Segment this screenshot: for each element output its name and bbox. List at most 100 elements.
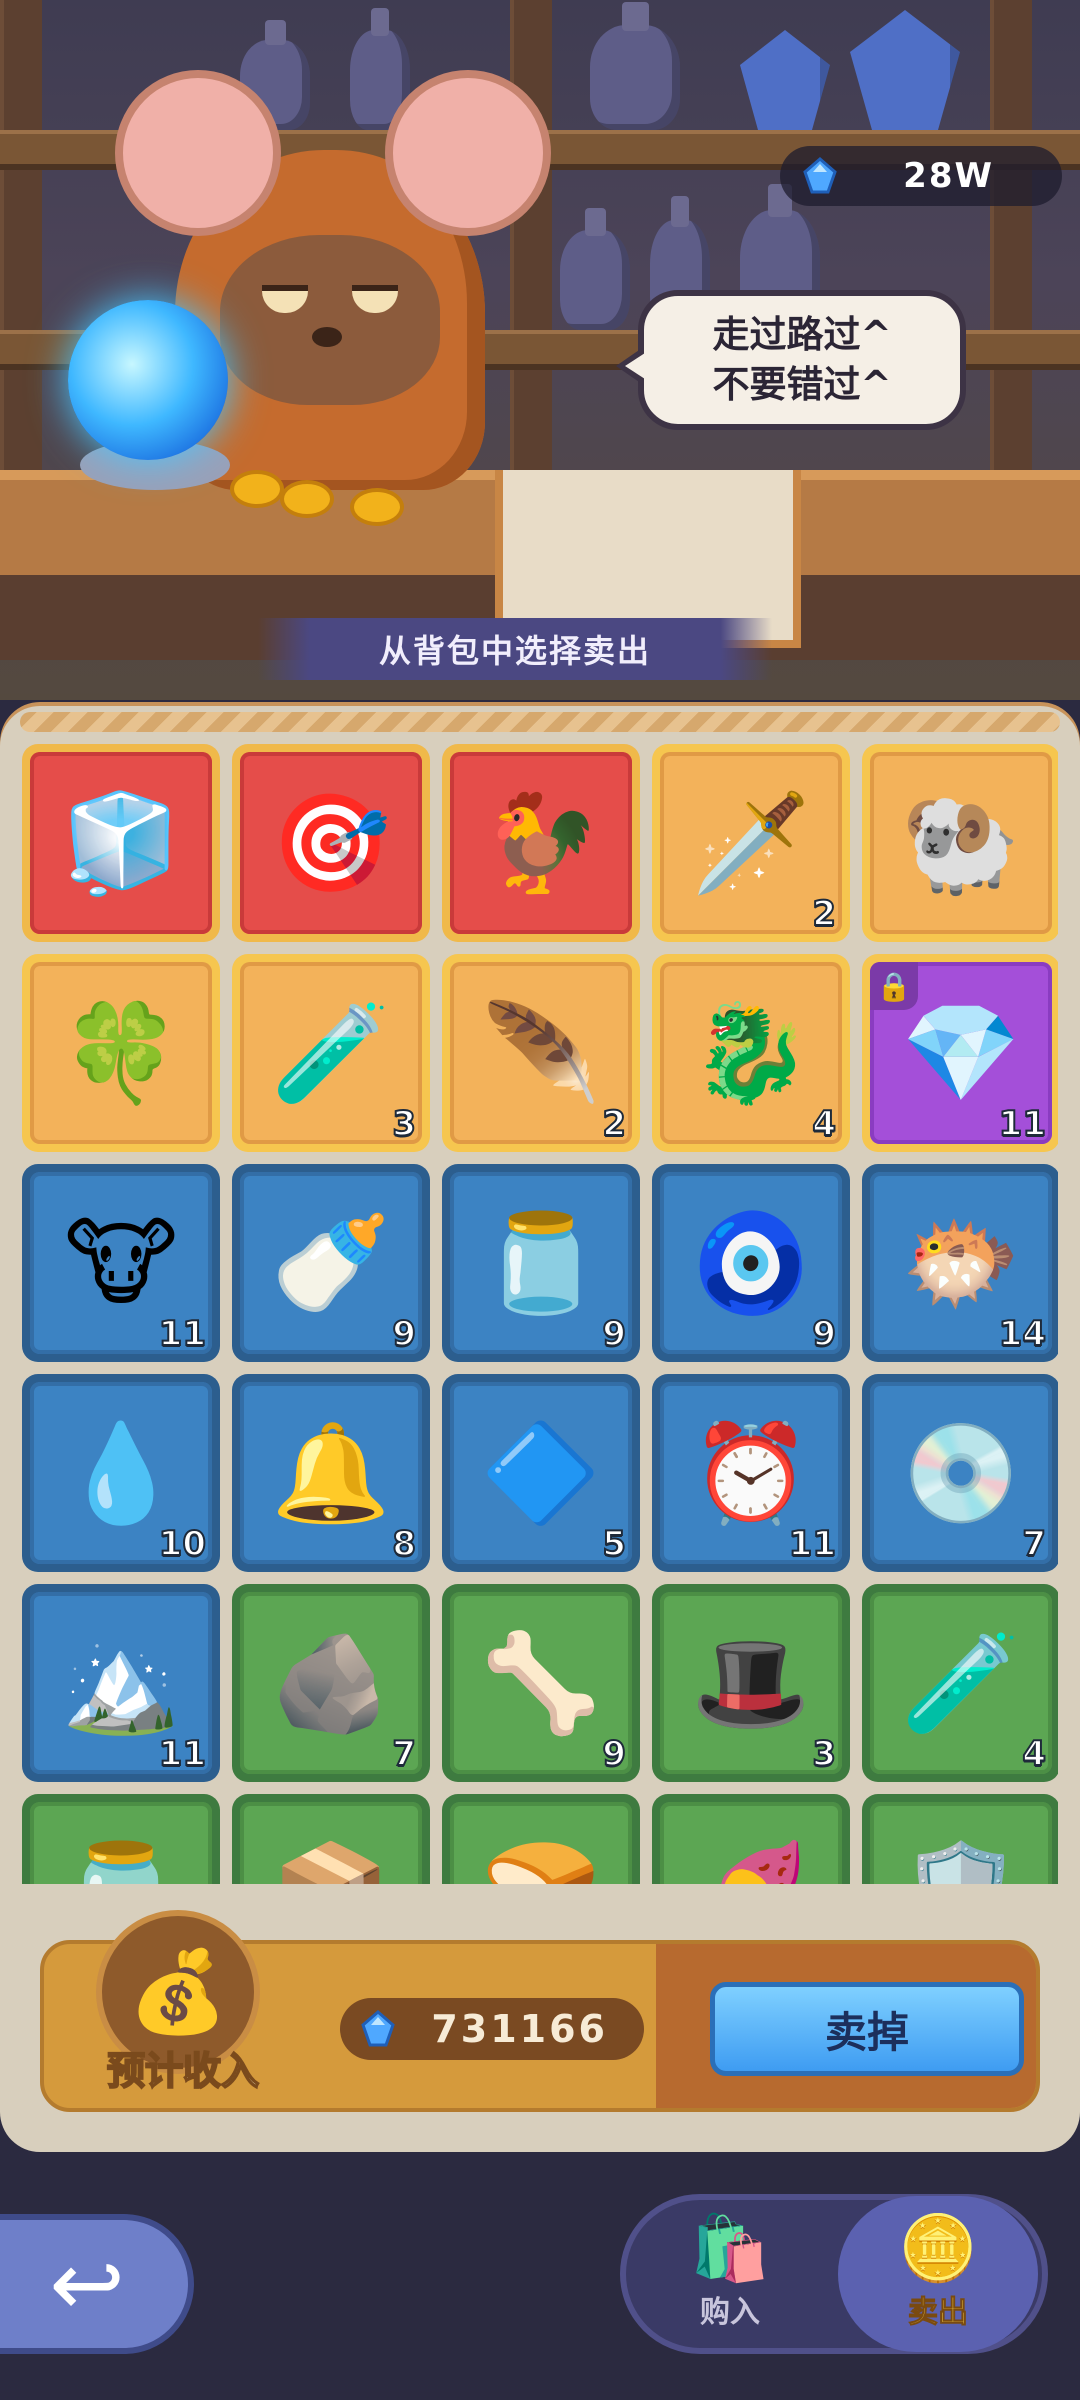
inventory-slot[interactable]: 🐡 14 (862, 1164, 1058, 1362)
sell-button[interactable]: 卖掉 (710, 1982, 1024, 2076)
item-count: 4 (1021, 1733, 1047, 1775)
gem-box-icon: 📦 (271, 1845, 391, 1884)
crystal-decor (740, 30, 830, 130)
water-bottle-icon: 🍼 (271, 1207, 391, 1319)
water-drop-icon: 💧 (61, 1417, 181, 1529)
inventory-slot[interactable]: 🐮 11 (22, 1164, 220, 1362)
inventory-scroll[interactable]: 🧊 🎯 🐓 🗡️ 2 🐏 🍀 🧪 3 🪶 2 🐉 4 💎 🔒 11 🐮 11 🍼 9 🫙 9 🧿 9 🐡 14 💧 10 🔔 8 🔷 5 ⏰ 11… (22, 744, 1058, 1884)
estimate-label: 预计收入 (106, 2048, 260, 2094)
inventory-slot[interactable]: 🫙 (22, 1794, 220, 1884)
item-count: 11 (788, 1523, 837, 1565)
shopping-bag-icon: 🛍️ (690, 2212, 770, 2286)
inventory-slot[interactable]: 🍀 (22, 954, 220, 1152)
item-count: 10 (158, 1523, 207, 1565)
alarm-clock-icon: ⏰ (691, 1417, 811, 1529)
gold-disk-icon: 🎯 (271, 787, 391, 899)
inventory-slot[interactable]: 🍼 9 (232, 1164, 430, 1362)
item-count: 14 (998, 1313, 1047, 1355)
merchant-eye (352, 285, 398, 313)
currency-amount: 28W (903, 156, 994, 196)
inventory-slot[interactable]: 🎯 (232, 744, 430, 942)
gold-coin (230, 470, 284, 508)
bull-totem-icon: 🐮 (64, 1207, 178, 1319)
item-count: 9 (601, 1313, 627, 1355)
inventory-slot[interactable]: 🛡️ (862, 1794, 1058, 1884)
crystal-ball (68, 300, 228, 460)
instruction-banner: 从背包中选择卖出 (258, 618, 772, 680)
stone-tablet-icon: 🪨 (271, 1627, 391, 1739)
inventory-slot[interactable]: 🪶 2 (442, 954, 640, 1152)
melon-bun-icon: 🍞 (481, 1845, 601, 1884)
inventory-slot[interactable]: 🪨 7 (232, 1584, 430, 1782)
blue-shield-icon: 🛡️ (901, 1845, 1021, 1884)
item-count: 3 (391, 1103, 417, 1145)
ice-cube-icon: 🧊 (61, 787, 181, 899)
panel-stripe (20, 712, 1060, 732)
speech-line: 不要错过^ (712, 363, 892, 406)
merchant-nose (312, 327, 342, 347)
inventory-slot[interactable]: 💿 7 (862, 1374, 1058, 1572)
inventory-grid: 🧊 🎯 🐓 🗡️ 2 🐏 🍀 🧪 3 🪶 2 🐉 4 💎 🔒 11 🐮 11 🍼 9 🫙 9 🧿 9 🐡 14 💧 10 🔔 8 🔷 5 ⏰ 11… (22, 744, 1058, 1884)
gold-coin (280, 480, 334, 518)
inventory-slot[interactable]: 🔷 5 (442, 1374, 640, 1572)
item-count: 11 (158, 1733, 207, 1775)
item-count: 3 (811, 1733, 837, 1775)
star-potion-icon: 🧪 (271, 997, 391, 1109)
inventory-slot[interactable]: 📦 (232, 1794, 430, 1884)
inventory-slot[interactable]: 🐓 (442, 744, 640, 942)
clover-coin-icon: 🍀 (61, 997, 181, 1109)
merchant-eye (262, 285, 308, 313)
item-count: 9 (811, 1313, 837, 1355)
golden-dragon-icon: 🐉 (691, 997, 811, 1109)
inventory-slot[interactable]: 🎩 3 (652, 1584, 850, 1782)
potion-jar-icon: 🫙 (481, 1207, 601, 1319)
inventory-slot[interactable]: 🐉 4 (652, 954, 850, 1152)
blue-gem-icon (361, 2010, 395, 2047)
item-count: 2 (811, 893, 837, 935)
inventory-slot[interactable]: 🧿 9 (652, 1164, 850, 1362)
blue-gem-icon (803, 157, 837, 194)
currency-display: 28W (780, 146, 1062, 206)
tab-buy[interactable]: 🛍️ 购入 (630, 2196, 830, 2352)
golden-sheep-icon: 🐏 (901, 787, 1021, 899)
item-count: 11 (998, 1103, 1047, 1145)
inventory-slot[interactable]: 🐏 (862, 744, 1058, 942)
income-amount: 731166 (431, 2007, 608, 2051)
gold-coin (350, 488, 404, 526)
brass-bell-icon: 🔔 (271, 1417, 391, 1529)
back-arrow-icon: ↩ (49, 2231, 125, 2337)
inventory-slot[interactable]: 🧊 (22, 744, 220, 942)
inventory-slot[interactable]: 🧪 4 (862, 1584, 1058, 1782)
inventory-slot[interactable]: 🦴 9 (442, 1584, 640, 1782)
bottle-decor (560, 208, 630, 330)
cd-disc-icon: 💿 (901, 1417, 1021, 1529)
rooster-icon: 🐓 (481, 787, 601, 899)
tab-sell[interactable]: 🪙 卖出 (838, 2196, 1038, 2352)
inventory-slot[interactable]: 🧪 3 (232, 954, 430, 1152)
bottle-decor (590, 1, 680, 130)
eye-charm-icon: 🧿 (691, 1207, 811, 1319)
inventory-slot[interactable]: 🍞 (442, 1794, 640, 1884)
coin-stack-icon: 🪙 (898, 2212, 978, 2286)
inventory-slot[interactable]: 🔔 8 (232, 1374, 430, 1572)
tab-buy-label: 购入 (700, 2295, 760, 2330)
item-count: 9 (601, 1733, 627, 1775)
shelf-post (990, 0, 1032, 520)
inventory-slot[interactable]: 💧 10 (22, 1374, 220, 1572)
drill-horn-icon: 🦴 (481, 1627, 601, 1739)
merchant-ear (115, 70, 281, 236)
speech-line: 走过路过^ (712, 313, 892, 356)
inventory-slot[interactable]: 🗡️ 2 (652, 744, 850, 942)
inventory-slot[interactable]: 🫙 9 (442, 1164, 640, 1362)
item-count: 7 (391, 1733, 417, 1775)
inventory-slot[interactable]: 🏔️ 11 (22, 1584, 220, 1782)
back-button[interactable]: ↩ (0, 2214, 194, 2354)
crystal-decor (850, 10, 960, 130)
inventory-slot[interactable]: ⏰ 11 (652, 1374, 850, 1572)
inventory-slot[interactable]: 🍠 (652, 1794, 850, 1884)
inventory-slot[interactable]: 💎 🔒 11 (862, 954, 1058, 1152)
merchant-ear (385, 70, 551, 236)
green-potion-icon: 🧪 (901, 1627, 1021, 1739)
item-count: 8 (391, 1523, 417, 1565)
golden-feather-icon: 🪶 (481, 997, 601, 1109)
